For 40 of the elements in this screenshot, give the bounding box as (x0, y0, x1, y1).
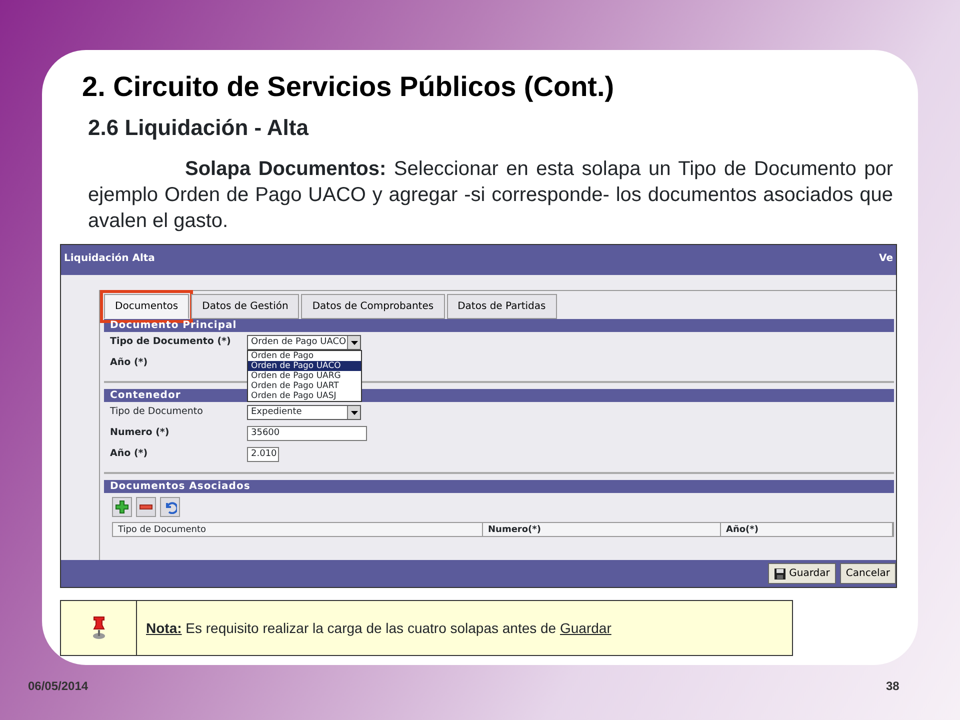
remove-button[interactable] (136, 497, 156, 517)
link[interactable]: Guardar (560, 618, 612, 638)
tab[interactable]: Datos de Gestión (191, 294, 300, 319)
field-label: Numero (*) (110, 426, 170, 440)
dropdown-option[interactable]: Orden de Pago UASJ (248, 391, 361, 401)
section-header: Documentos Asociados (104, 480, 894, 493)
dropdown-option[interactable]: Orden de Pago UART (248, 381, 361, 391)
save-button[interactable]: Guardar (768, 563, 836, 584)
field-label: Tipo de Documento (*) (110, 335, 232, 350)
undo-button[interactable] (160, 497, 180, 517)
select-value: Expediente (251, 406, 302, 419)
cancel-button[interactable]: Cancelar (840, 563, 896, 584)
tab[interactable]: Datos de Partidas (446, 294, 557, 319)
add-button[interactable] (112, 497, 132, 517)
input-field[interactable]: 2.010 (247, 447, 279, 462)
slide-subtitle: 2.6 Liquidación - Alta (88, 114, 310, 142)
column-header: Año(*) (721, 523, 893, 536)
window-title: Liquidación Alta (64, 252, 155, 266)
field-label: Tipo de Documento (110, 405, 204, 420)
title-bar-text: Ve (879, 252, 893, 266)
field-label: Año (*) (110, 447, 149, 462)
select-field[interactable]: Orden de Pago UACO (247, 335, 361, 350)
slide-title: 2. Circuito de Servicios Públicos (Cont.) (82, 70, 616, 104)
tab[interactable]: Datos de Comprobantes (301, 294, 445, 319)
dropdown-option[interactable]: Orden de Pago UARG (248, 371, 361, 381)
section-header: Documento Principal (104, 319, 894, 332)
input-field[interactable]: 35600 (247, 426, 367, 441)
select-value: Orden de Pago UACO (251, 336, 346, 349)
column-header: Numero(*) (483, 523, 721, 536)
page-number: 38 (886, 678, 900, 695)
note-text: Nota: Es requisito realizar la carga de las cuatro solapas antes de Guardar (137, 601, 612, 655)
slide-date: 06/05/2014 (28, 678, 88, 695)
field-label: Año (*) (110, 356, 149, 370)
column-header: Tipo de Documento (113, 523, 483, 536)
select-field[interactable]: Expediente (247, 405, 361, 420)
paragraph: Solapa Documentos: Seleccionar en esta solapa un Tipo de Documento por ejemplo Orden de Pago UACO y agregar -si corresponde- los documentos asociados que avalen el gasto. (88, 157, 893, 234)
dropdown-option[interactable]: Orden de Pago UACO (248, 361, 361, 371)
dropdown-option[interactable]: Orden de Pago (248, 351, 361, 361)
add-icon (115, 500, 129, 514)
undo-icon (163, 500, 177, 514)
